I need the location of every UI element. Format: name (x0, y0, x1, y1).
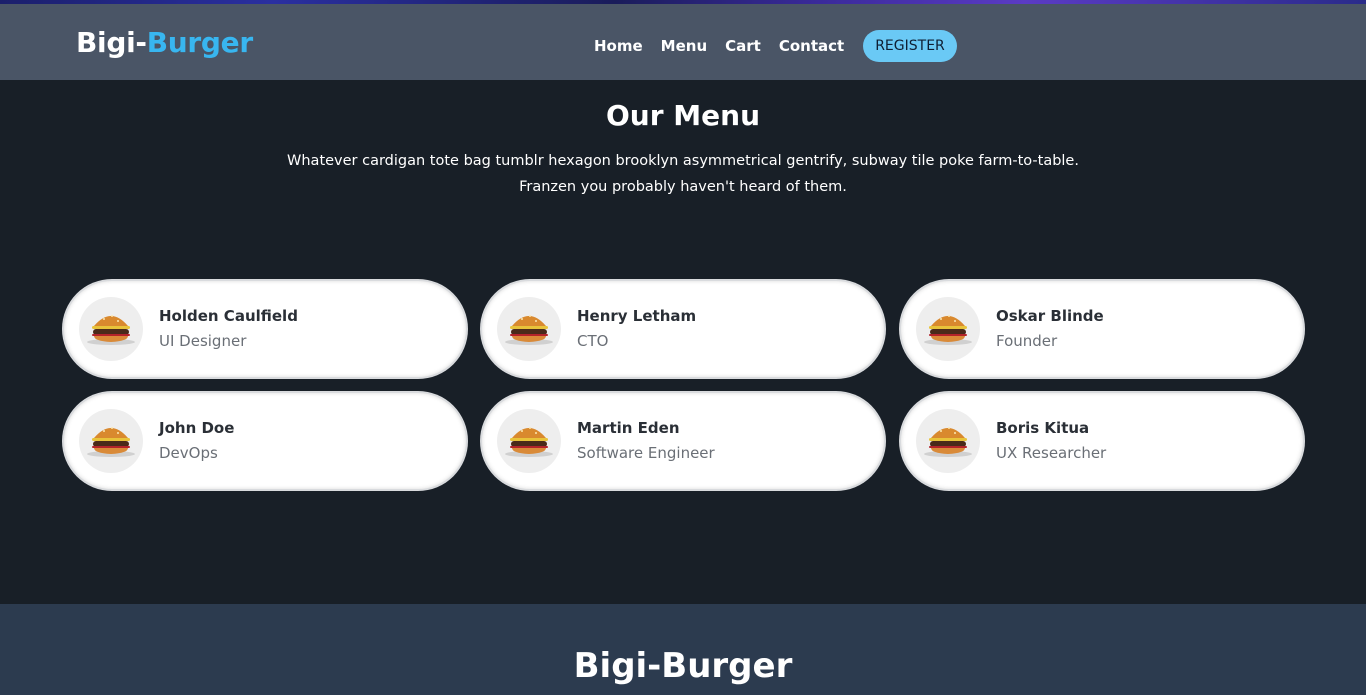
menu-card[interactable]: Martin Eden Software Engineer (482, 393, 884, 489)
card-name: Oskar Blinde (996, 307, 1104, 325)
card-name: John Doe (159, 419, 235, 437)
nav-link-home[interactable]: Home (594, 34, 643, 58)
card-name: Holden Caulfield (159, 307, 298, 325)
burger-icon (79, 409, 143, 473)
card-role: UI Designer (159, 332, 247, 350)
menu-card[interactable]: Oskar Blinde Founder (901, 281, 1303, 377)
logo-text-part2: Burger (146, 26, 253, 59)
nav-link-menu[interactable]: Menu (661, 34, 707, 58)
card-name: Boris Kitua (996, 419, 1090, 437)
menu-description: Whatever cardigan tote bag tumblr hexago… (287, 153, 1079, 195)
card-name: Henry Letham (577, 307, 697, 325)
burger-icon (497, 297, 561, 361)
burger-icon (916, 409, 980, 473)
burger-icon (916, 297, 980, 361)
card-role: CTO (577, 332, 609, 350)
menu-card[interactable]: John Doe DevOps (64, 393, 466, 489)
menu-title: Our Menu (605, 99, 760, 132)
register-button[interactable]: REGISTER (863, 30, 957, 62)
nav-links: Home Menu Cart Contact REGISTER (594, 30, 957, 62)
footer: Bigi-Burger (0, 604, 1366, 695)
menu-card[interactable]: Henry Letham CTO (482, 281, 884, 377)
site-logo[interactable]: Bigi-Burger (76, 26, 253, 60)
card-role: Software Engineer (577, 444, 715, 462)
menu-card[interactable]: Boris Kitua UX Researcher (901, 393, 1303, 489)
navbar: Bigi-Burger Home Menu Cart Contact REGIS… (0, 4, 1366, 80)
menu-section: Our Menu Whatever cardigan tote bag tumb… (0, 80, 1366, 604)
logo-text-part1: Bigi- (76, 26, 147, 59)
card-role: DevOps (159, 444, 218, 462)
card-role: Founder (996, 332, 1058, 350)
nav-link-cart[interactable]: Cart (725, 34, 761, 58)
burger-icon (79, 297, 143, 361)
footer-title: Bigi-Burger (573, 646, 793, 686)
card-role: UX Researcher (996, 444, 1107, 462)
menu-card[interactable]: Holden Caulfield UI Designer (64, 281, 466, 377)
nav-link-contact[interactable]: Contact (779, 34, 844, 58)
card-name: Martin Eden (577, 419, 680, 437)
burger-icon (497, 409, 561, 473)
